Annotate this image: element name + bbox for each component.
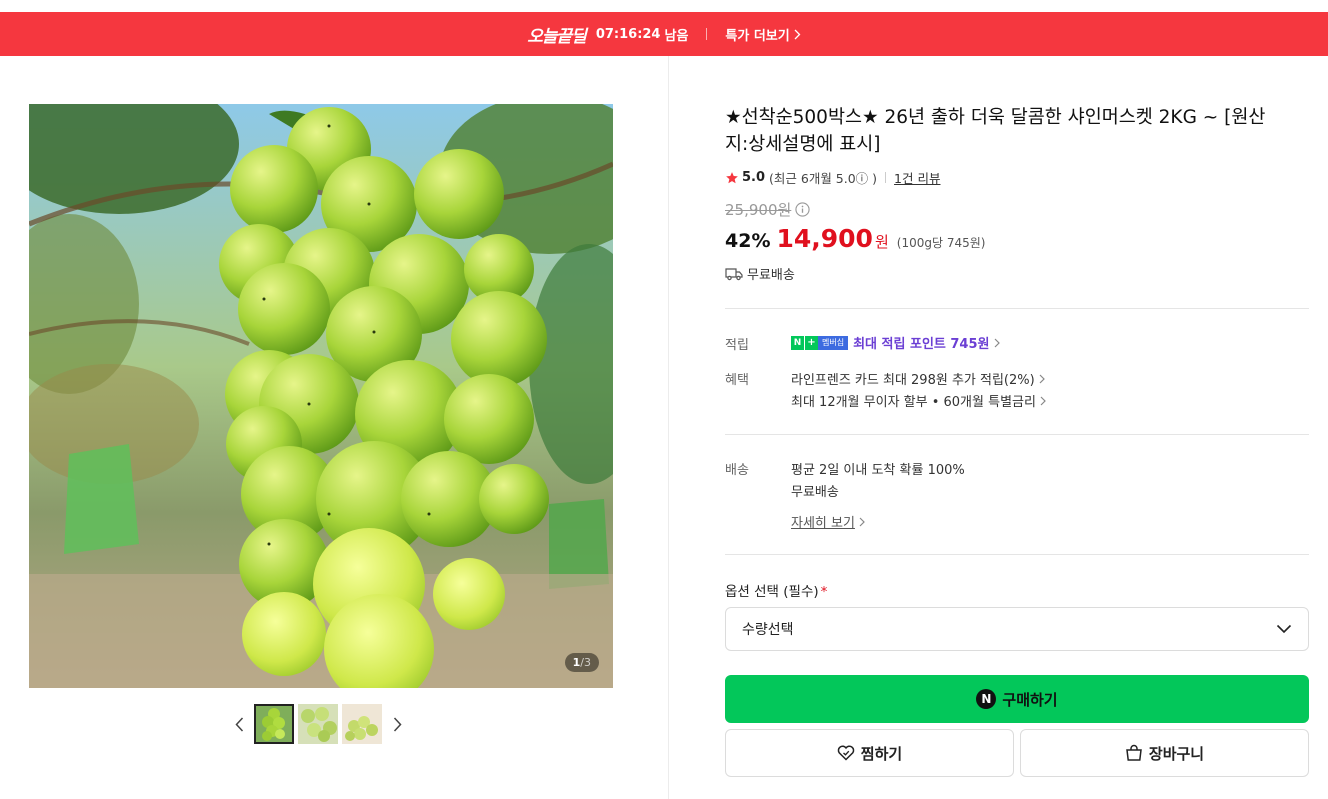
option-label-text: 옵션 선택 (필수) bbox=[725, 584, 819, 600]
points-row[interactable]: N + 멤버십 최대 적립 포인트 745원 bbox=[791, 333, 1000, 352]
rating-row: 5.0 (최근 6개월 5.0ⓘ ) 1건 리뷰 bbox=[725, 168, 940, 187]
info-icon[interactable] bbox=[795, 202, 810, 217]
column-divider bbox=[668, 56, 669, 799]
deal-countdown-suffix: 남음 bbox=[664, 28, 689, 44]
thumbnail-3[interactable] bbox=[342, 704, 382, 744]
shipping-label: 배송 bbox=[725, 463, 749, 478]
shipping-detail-label: 자세히 보기 bbox=[791, 516, 855, 531]
benefit-label: 혜택 bbox=[725, 373, 749, 388]
required-mark: * bbox=[820, 584, 828, 600]
quantity-select-value: 수량선택 bbox=[742, 622, 794, 638]
grape-photo bbox=[29, 104, 613, 688]
installment-benefit-text: 최대 12개월 무이자 할부 • 60개월 특별금리 bbox=[791, 395, 1036, 410]
naver-n-badge: N bbox=[791, 335, 804, 350]
section-divider bbox=[725, 554, 1309, 555]
delivery-estimate: 평균 2일 이내 도착 확률 100% bbox=[791, 463, 965, 478]
heart-icon bbox=[837, 745, 855, 761]
chevron-down-icon bbox=[1276, 624, 1292, 634]
benefit-installment-row[interactable]: 최대 12개월 무이자 할부 • 60개월 특별금리 bbox=[791, 391, 1046, 410]
chevron-right-icon bbox=[859, 517, 865, 526]
grape-thumb-image bbox=[298, 704, 338, 744]
option-label: 옵션 선택 (필수) * bbox=[725, 580, 827, 600]
truck-icon bbox=[725, 267, 743, 280]
thumb-next-button[interactable] bbox=[384, 704, 410, 744]
unit-price: (100g당 745원) bbox=[896, 236, 986, 250]
product-title: ★선착순500박스★ 26년 출하 더욱 달콤한 샤인머스켓 2KG ~ [원산… bbox=[725, 107, 1266, 155]
original-price-value: 25,900원 bbox=[725, 201, 792, 219]
image-counter: 1/3 bbox=[564, 653, 599, 672]
grape-thumb-image bbox=[342, 704, 382, 744]
quantity-select[interactable]: 수량선택 bbox=[725, 607, 1309, 651]
chevron-left-icon bbox=[234, 716, 243, 732]
max-points-text: 최대 적립 포인트 745원 bbox=[853, 337, 990, 352]
original-price: 25,900원 bbox=[725, 199, 810, 220]
deal-countdown: 07:16:24 bbox=[595, 26, 661, 42]
membership-badge: 멤버십 bbox=[818, 335, 849, 350]
thumbnail-1[interactable] bbox=[254, 704, 294, 744]
rating-score: 5.0 bbox=[742, 170, 766, 185]
free-shipping-label: 무료배송 bbox=[747, 268, 795, 283]
chevron-right-icon bbox=[794, 29, 801, 39]
star-icon bbox=[726, 171, 738, 183]
price-currency: 원 bbox=[874, 233, 889, 251]
sale-price: 14,900 bbox=[776, 224, 873, 253]
product-main-image[interactable]: 1/3 bbox=[29, 104, 613, 688]
deal-logo: 오늘끝딜 bbox=[527, 26, 587, 47]
thumbnail-2[interactable] bbox=[298, 704, 338, 744]
rating-divider bbox=[885, 172, 887, 183]
chevron-right-icon bbox=[1040, 396, 1046, 405]
benefit-card-row[interactable]: 라인프렌즈 카드 최대 298원 추가 적립(2%) bbox=[791, 369, 1045, 388]
banner-divider bbox=[706, 28, 708, 40]
grape-thumb-image bbox=[254, 704, 294, 744]
chevron-right-icon bbox=[1039, 374, 1045, 383]
thumbnail-strip bbox=[226, 704, 410, 744]
shipping-fee: 무료배송 bbox=[791, 485, 839, 500]
shopping-bag-icon bbox=[1126, 744, 1142, 761]
chevron-right-icon bbox=[393, 716, 402, 732]
free-shipping-badge: 무료배송 bbox=[725, 264, 795, 283]
shipping-detail-link[interactable]: 자세히 보기 bbox=[791, 512, 865, 531]
buy-button[interactable]: N 구매하기 bbox=[725, 675, 1309, 723]
points-label: 적립 bbox=[725, 338, 749, 353]
section-divider bbox=[725, 434, 1309, 435]
more-deals-link[interactable]: 특가 더보기 bbox=[725, 25, 801, 44]
card-benefit-text: 라인프렌즈 카드 최대 298원 추가 적립(2%) bbox=[791, 373, 1035, 388]
image-counter-total: /3 bbox=[580, 656, 591, 669]
deal-banner: 오늘끝딜 07:16:24 남음 특가 더보기 bbox=[0, 12, 1328, 56]
price-row: 42% 14,900 원 (100g당 745원) bbox=[725, 224, 985, 253]
review-count-link[interactable]: 1건 리뷰 bbox=[894, 168, 940, 187]
wishlist-label: 찜하기 bbox=[860, 744, 903, 763]
cart-label: 장바구니 bbox=[1148, 744, 1205, 763]
naver-pay-icon: N bbox=[976, 689, 997, 709]
buy-button-label: 구매하기 bbox=[1002, 690, 1058, 709]
cart-button[interactable]: 장바구니 bbox=[1020, 729, 1309, 777]
thumb-prev-button[interactable] bbox=[226, 704, 252, 744]
chevron-right-icon bbox=[994, 338, 1000, 347]
naver-membership-badge: N + 멤버십 bbox=[791, 335, 849, 350]
section-divider bbox=[725, 308, 1309, 309]
more-deals-label: 특가 더보기 bbox=[725, 28, 790, 44]
discount-rate: 42% bbox=[725, 230, 771, 252]
rating-recent[interactable]: (최근 6개월 5.0ⓘ ) bbox=[769, 168, 877, 187]
wishlist-button[interactable]: 찜하기 bbox=[725, 729, 1014, 777]
plus-badge: + bbox=[805, 335, 818, 350]
